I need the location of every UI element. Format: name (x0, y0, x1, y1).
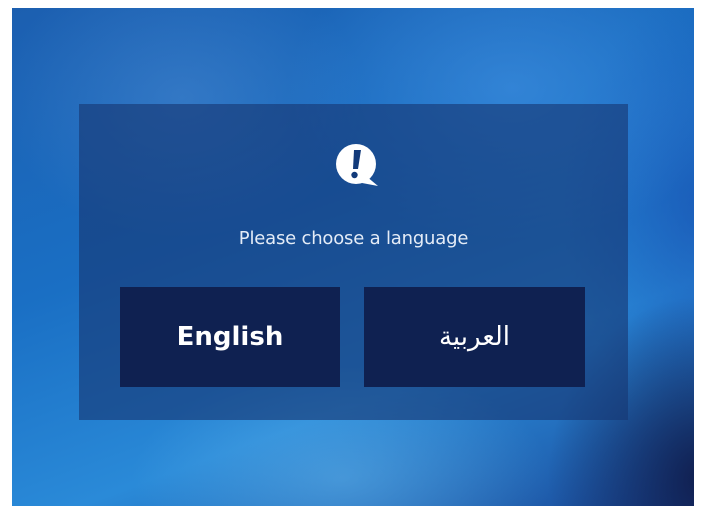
kiosk-screen: Please choose a language English العربية (12, 8, 694, 506)
alert-speech-bubble-icon (336, 144, 378, 186)
arabic-button[interactable]: العربية (364, 287, 585, 387)
language-dialog: Please choose a language English العربية (79, 104, 628, 420)
english-button[interactable]: English (120, 287, 340, 387)
choose-language-prompt: Please choose a language (238, 228, 469, 249)
